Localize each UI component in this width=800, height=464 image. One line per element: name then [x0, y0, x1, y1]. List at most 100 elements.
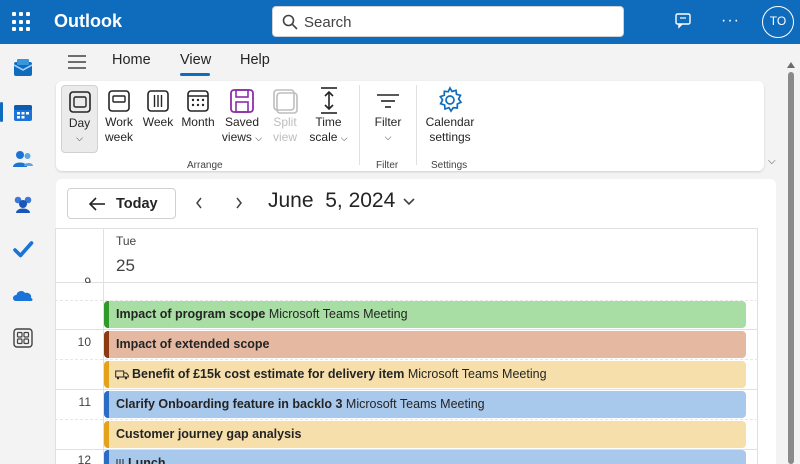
group-label-settings: Settings [431, 160, 468, 171]
group-label-filter: Filter [376, 160, 399, 171]
today-label: Today [116, 196, 158, 212]
onedrive-cloud-icon [13, 291, 33, 301]
day-column-date[interactable]: 25 [116, 256, 135, 276]
work-week-icon [108, 90, 130, 112]
time-scale-button[interactable]: Time scale ⌵ [306, 85, 351, 146]
month-view-label: Month [181, 115, 215, 129]
group-label-arrange: Arrange [187, 160, 223, 171]
chevron-down-icon: ⌵ [340, 133, 348, 143]
app-launcher-icon[interactable] [12, 12, 32, 32]
event-detail: Microsoft Teams Meeting [268, 307, 408, 321]
saved-views-button[interactable]: Saved views ⌵ [221, 85, 263, 146]
ribbon-divider [359, 85, 360, 165]
work-week-label-1: Work [105, 115, 133, 129]
today-button[interactable]: Today [67, 188, 176, 219]
active-tab-indicator [180, 73, 210, 76]
week-view-icon [147, 90, 169, 112]
calendar-settings-label-1: Calendar [425, 115, 475, 129]
search-box[interactable] [272, 6, 624, 37]
search-input[interactable] [304, 12, 604, 32]
saved-views-icon [230, 89, 254, 113]
avatar[interactable]: TO [762, 6, 794, 38]
rail-todo[interactable] [0, 228, 46, 268]
arrow-left-icon [88, 197, 105, 211]
hour-label: 10 [77, 335, 91, 349]
todo-check-icon [13, 241, 34, 258]
event-detail: Microsoft Teams Meeting [345, 397, 485, 411]
rail-people[interactable] [0, 138, 46, 178]
app-rail [0, 44, 46, 464]
time-scale-icon [320, 87, 337, 114]
day-view-button[interactable]: Day ⌵ [61, 85, 98, 153]
apps-icon [13, 328, 33, 348]
calendar-settings-button[interactable]: Calendar settings [424, 85, 476, 145]
rail-calendar[interactable] [0, 92, 46, 132]
chevron-down-icon: ⌵ [384, 132, 392, 142]
day-view-label: Day [68, 116, 91, 130]
event-title: Customer journey gap analysis [116, 427, 302, 441]
rail-more-apps[interactable] [0, 317, 46, 357]
ribbon-divider [416, 85, 417, 165]
calendar-event[interactable]: Benefit of £15k cost estimate for delive… [104, 361, 746, 388]
rail-onedrive[interactable] [0, 274, 46, 314]
hour-label: 12 [77, 453, 91, 464]
split-view-button: Split view [268, 85, 302, 145]
date-day-year: 5, 2024 [325, 189, 396, 212]
event-title: Clarify Onboarding feature in backlo 3 [116, 397, 343, 411]
tab-home[interactable]: Home [112, 52, 151, 68]
rail-mail[interactable] [0, 47, 46, 87]
time-scale-label-2: scale [309, 130, 338, 144]
calendar-event[interactable]: Impact of program scope Microsoft Teams … [104, 301, 746, 328]
grid-line [55, 419, 758, 420]
calendar-event[interactable]: Customer journey gap analysis [104, 421, 746, 448]
more-options-icon[interactable]: ··· [721, 12, 740, 30]
week-view-label: Week [142, 115, 174, 129]
rail-groups[interactable] [0, 183, 46, 223]
grid-line [55, 329, 758, 330]
calendar-event[interactable]: Clarify Onboarding feature in backlo 3 M… [104, 391, 746, 418]
next-day-chevron-icon[interactable] [234, 195, 244, 211]
gear-icon [439, 86, 463, 113]
saved-views-label-1: Saved [224, 115, 260, 129]
tab-view[interactable]: View [180, 52, 211, 68]
filter-button[interactable]: Filter ⌵ [368, 85, 408, 145]
ribbon: Day ⌵ Work week Week Month Saved views ⌵… [56, 81, 764, 171]
hour-label: 9 [84, 275, 91, 283]
calendar-event[interactable]: Lunch [104, 450, 746, 464]
top-bar: Outlook ··· TO [0, 0, 800, 44]
calendar-settings-label-2: settings [429, 130, 471, 144]
work-week-label-2: week [104, 130, 133, 144]
scroll-up-arrow-icon[interactable] [787, 62, 795, 68]
day-column-weekday: Tue [116, 234, 137, 248]
calendar-event[interactable]: Impact of extended scope [104, 331, 746, 358]
people-icon [13, 151, 33, 167]
work-week-view-button[interactable]: Work week [102, 85, 136, 145]
chevron-down-icon: ⌵ [76, 133, 83, 143]
groups-icon [14, 196, 32, 213]
scrollbar-thumb[interactable] [788, 72, 794, 464]
search-icon [282, 14, 298, 30]
previous-day-chevron-icon[interactable] [194, 195, 204, 211]
date-month: June [268, 189, 314, 212]
scrollbar[interactable] [787, 60, 795, 464]
week-view-button[interactable]: Week [141, 85, 175, 130]
app-title[interactable]: Outlook [54, 11, 122, 32]
chevron-down-icon[interactable] [402, 197, 416, 207]
filter-label: Filter [374, 115, 402, 129]
event-title: Benefit of £15k cost estimate for delive… [132, 367, 405, 381]
rail-active-indicator [0, 102, 3, 122]
date-picker-title[interactable]: June 5, 2024 [268, 189, 395, 213]
feedback-icon[interactable] [674, 11, 692, 29]
grid-line [55, 389, 758, 390]
month-view-button[interactable]: Month [178, 85, 218, 130]
hamburger-menu-icon[interactable] [67, 53, 87, 71]
calendar-icon [14, 105, 32, 121]
grid-line [55, 282, 758, 283]
split-view-label-1: Split [273, 115, 297, 129]
tab-help[interactable]: Help [240, 52, 270, 68]
truck-icon [115, 370, 129, 380]
event-title: Impact of extended scope [116, 337, 270, 351]
ribbon-collapse-chevron-icon[interactable]: ⌵ [768, 156, 776, 167]
grid-line [55, 359, 758, 360]
event-detail: Microsoft Teams Meeting [407, 367, 547, 381]
